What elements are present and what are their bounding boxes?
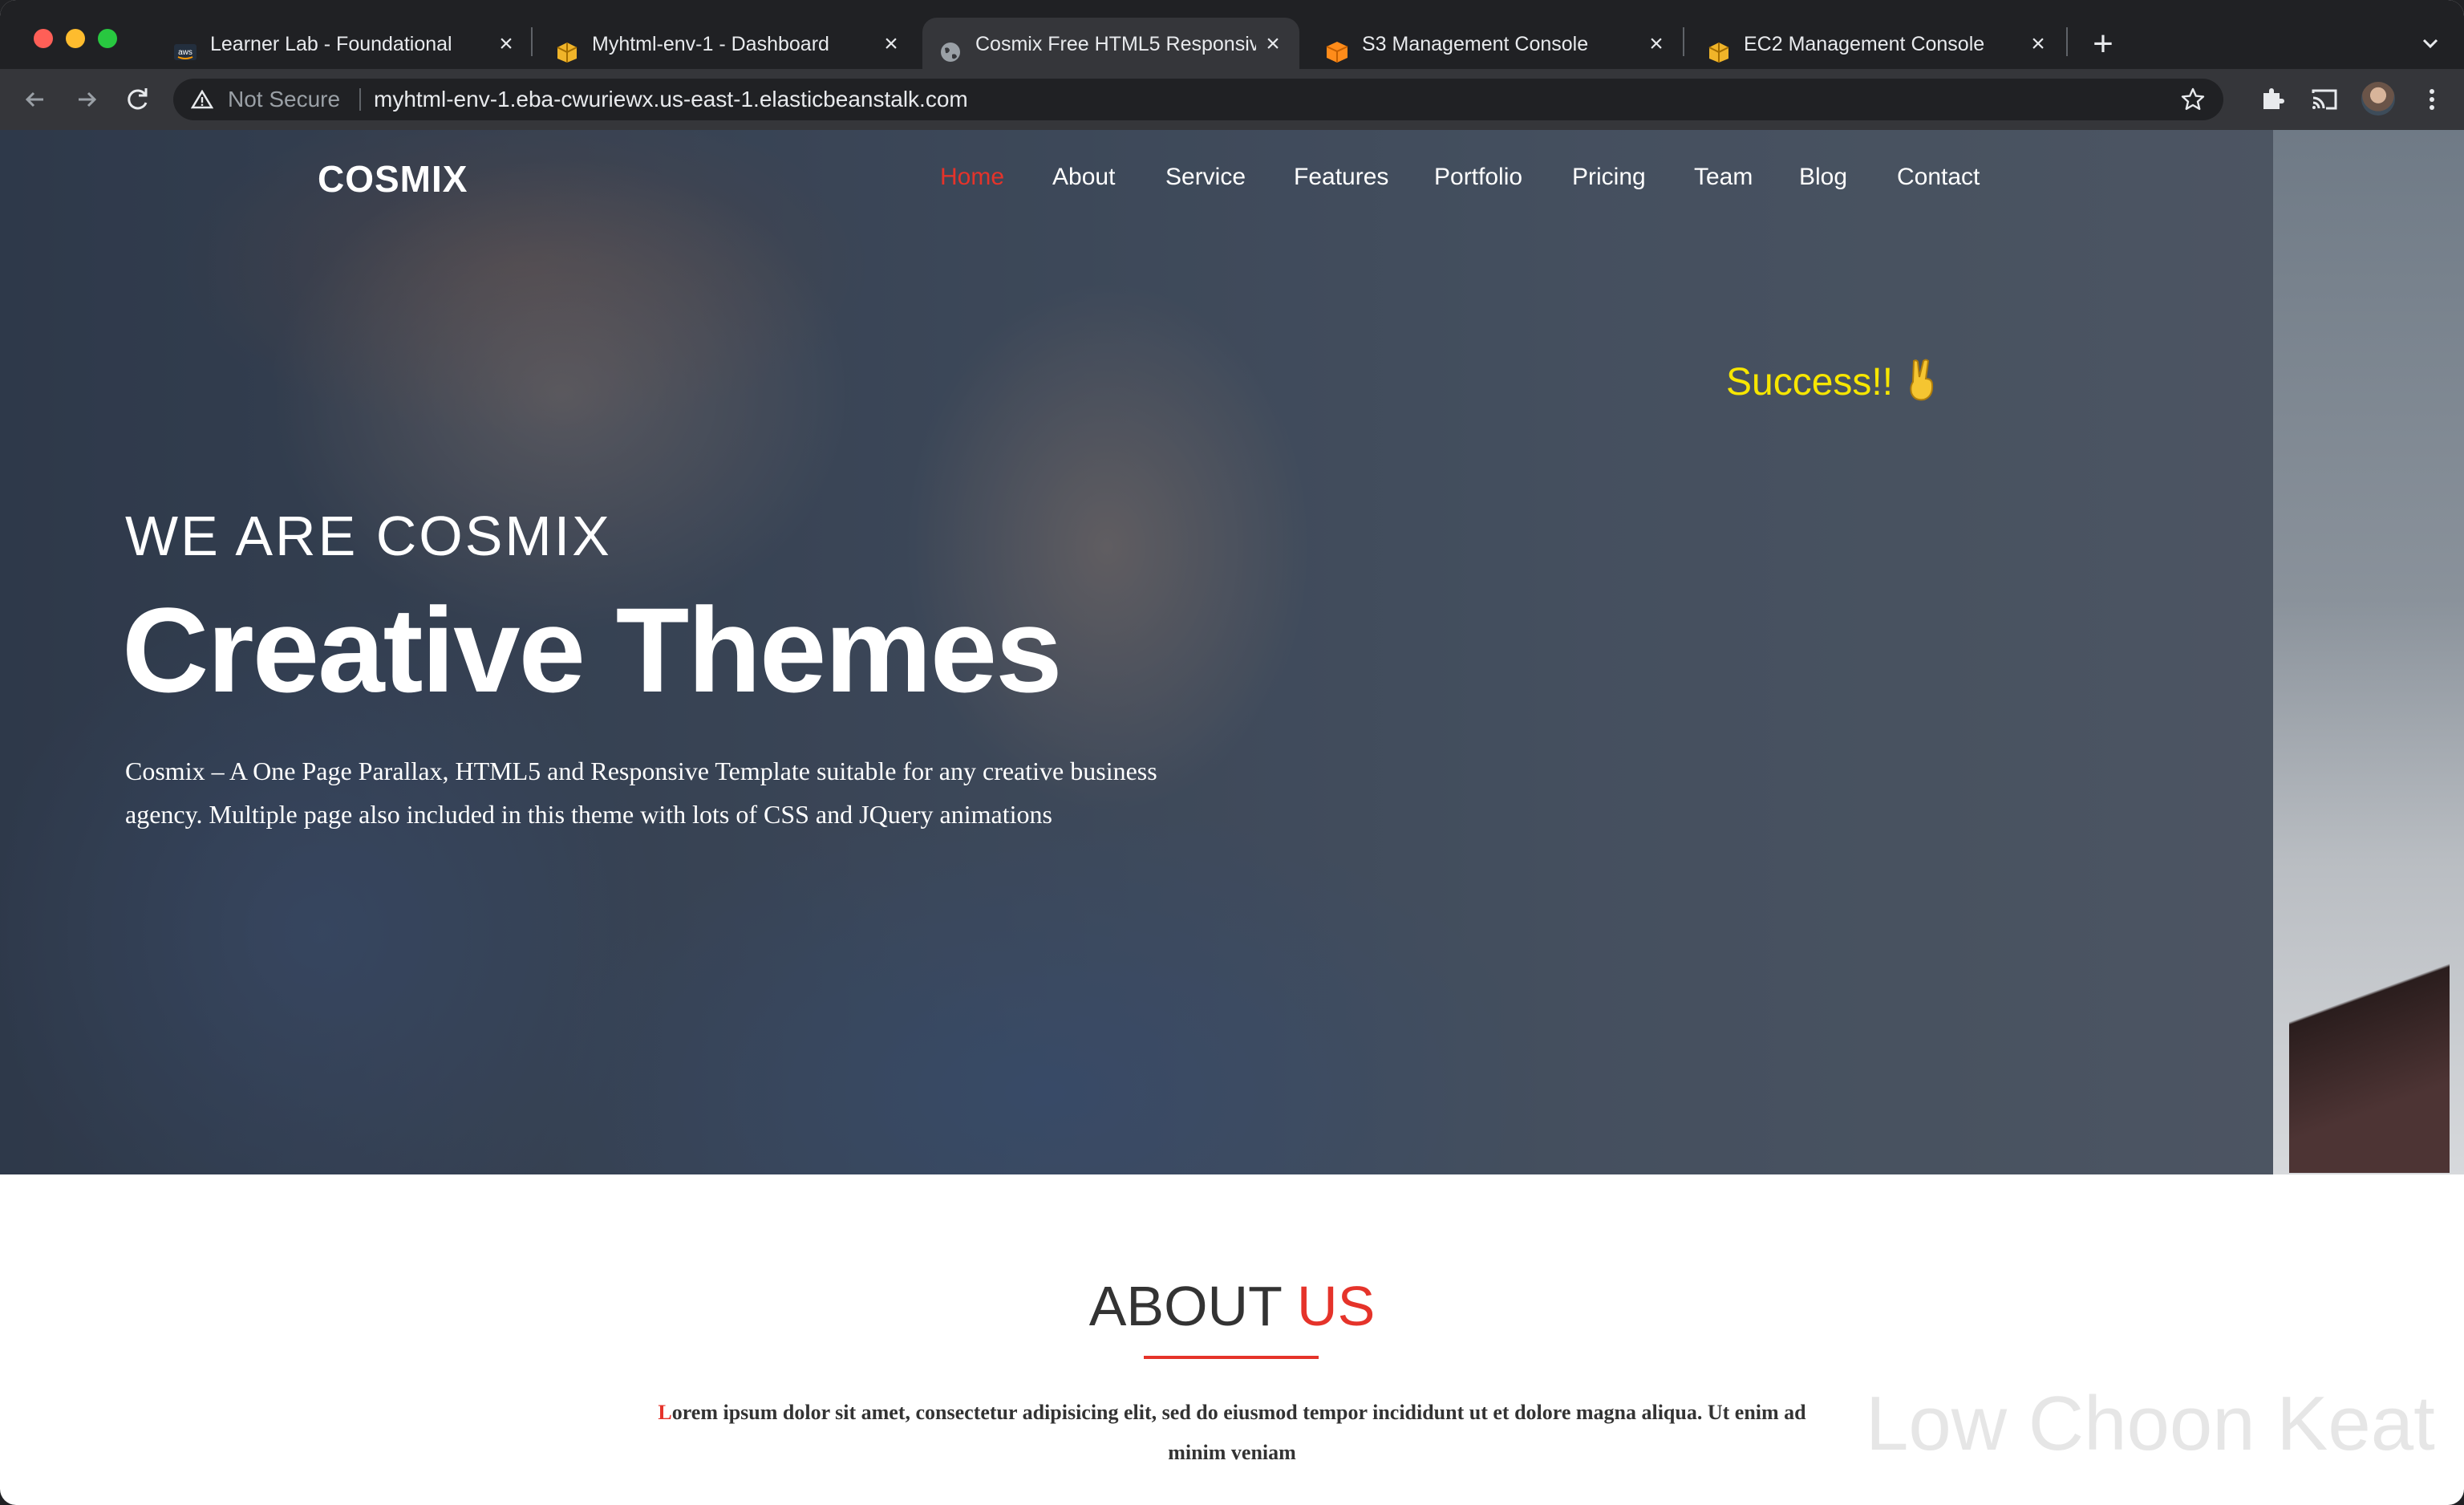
tab-title: S3 Management Console xyxy=(1362,33,1589,55)
aws-favicon-label: aws xyxy=(178,48,192,57)
close-tab-icon[interactable]: × xyxy=(1644,32,1668,56)
nav-pricing[interactable]: Pricing xyxy=(1572,164,1646,191)
s3-icon xyxy=(1325,40,1349,64)
minimize-window-button[interactable] xyxy=(66,29,85,48)
hero-background-strip xyxy=(2273,130,2464,1174)
ec2-icon xyxy=(1707,40,1731,64)
tab-title: Myhtml-env-1 - Dashboard xyxy=(592,33,829,55)
nav-about[interactable]: About xyxy=(1052,164,1115,191)
arrow-right-icon xyxy=(79,91,97,108)
about-heading: ABOUT US xyxy=(0,1274,2464,1338)
close-tab-icon[interactable]: × xyxy=(494,32,518,56)
globe-icon xyxy=(938,40,962,64)
new-tab-button[interactable]: + xyxy=(2087,26,2119,62)
tab-separator xyxy=(2066,27,2068,56)
more-menu-icon[interactable] xyxy=(2416,83,2448,116)
tab-search-chevron-icon[interactable] xyxy=(2416,29,2445,58)
tab-title: Learner Lab - Foundational Ser xyxy=(210,33,451,55)
address-bar[interactable]: Not Secure myhtml-env-1.eba-cwuriewx.us-… xyxy=(173,79,2223,120)
victory-hand-icon xyxy=(1903,358,1940,403)
reload-icon xyxy=(128,88,148,110)
extensions-puzzle-icon[interactable] xyxy=(2257,83,2289,116)
tab-separator xyxy=(531,27,533,56)
aws-icon: aws xyxy=(173,40,197,64)
back-button[interactable] xyxy=(14,79,56,120)
watermark-text: Low Choon Keat xyxy=(1866,1381,2435,1466)
close-tab-icon[interactable]: × xyxy=(2026,32,2050,56)
nav-service[interactable]: Service xyxy=(1165,164,1246,191)
beanstalk-icon xyxy=(555,40,579,64)
address-separator xyxy=(359,88,361,111)
nav-home[interactable]: Home xyxy=(940,164,1004,191)
forward-button[interactable] xyxy=(66,79,107,120)
close-tab-icon[interactable]: × xyxy=(879,32,903,56)
background-detail xyxy=(2289,932,2450,1173)
security-status[interactable]: Not Secure xyxy=(228,79,340,120)
profile-avatar[interactable] xyxy=(2361,82,2395,116)
site-logo[interactable]: COSMIX xyxy=(318,157,468,201)
arrow-left-icon xyxy=(25,91,43,108)
about-heading-main: ABOUT xyxy=(1088,1275,1282,1337)
about-first-letter: L xyxy=(658,1401,672,1424)
browser-window: aws Learner Lab - Foundational Ser × Myh… xyxy=(0,0,2464,1505)
nav-blog[interactable]: Blog xyxy=(1799,164,1847,191)
cast-icon[interactable] xyxy=(2308,83,2340,116)
bookmark-star-icon[interactable] xyxy=(2180,87,2206,112)
success-message: Success!! xyxy=(1726,358,1940,404)
tab-title: Cosmix Free HTML5 Responsiv xyxy=(975,33,1256,55)
about-heading-accent: US xyxy=(1297,1275,1376,1337)
maximize-window-button[interactable] xyxy=(98,29,117,48)
success-text: Success!! xyxy=(1726,361,1894,404)
warning-icon[interactable] xyxy=(190,89,214,109)
about-underline xyxy=(1144,1356,1319,1359)
nav-contact[interactable]: Contact xyxy=(1897,164,1980,191)
nav-portfolio[interactable]: Portfolio xyxy=(1434,164,1522,191)
close-tab-icon[interactable]: × xyxy=(1261,32,1285,56)
browser-toolbar: Not Secure myhtml-env-1.eba-cwuriewx.us-… xyxy=(0,69,2464,130)
hero-title: Creative Themes xyxy=(122,582,1063,717)
close-window-button[interactable] xyxy=(34,29,53,48)
about-paragraph: Lorem ipsum dolor sit amet, consectetur … xyxy=(650,1393,1814,1473)
hero-subtitle: WE ARE COSMIX xyxy=(125,505,612,567)
nav-team[interactable]: Team xyxy=(1694,164,1753,191)
tab-title: EC2 Management Console xyxy=(1744,33,1985,55)
tab-separator xyxy=(1683,27,1684,56)
url-text[interactable]: myhtml-env-1.eba-cwuriewx.us-east-1.elas… xyxy=(374,79,968,120)
about-body: orem ipsum dolor sit amet, consectetur a… xyxy=(671,1401,1806,1464)
nav-features[interactable]: Features xyxy=(1294,164,1388,191)
reload-button[interactable] xyxy=(117,79,159,120)
hero-description: Cosmix – A One Page Parallax, HTML5 and … xyxy=(125,757,1157,829)
